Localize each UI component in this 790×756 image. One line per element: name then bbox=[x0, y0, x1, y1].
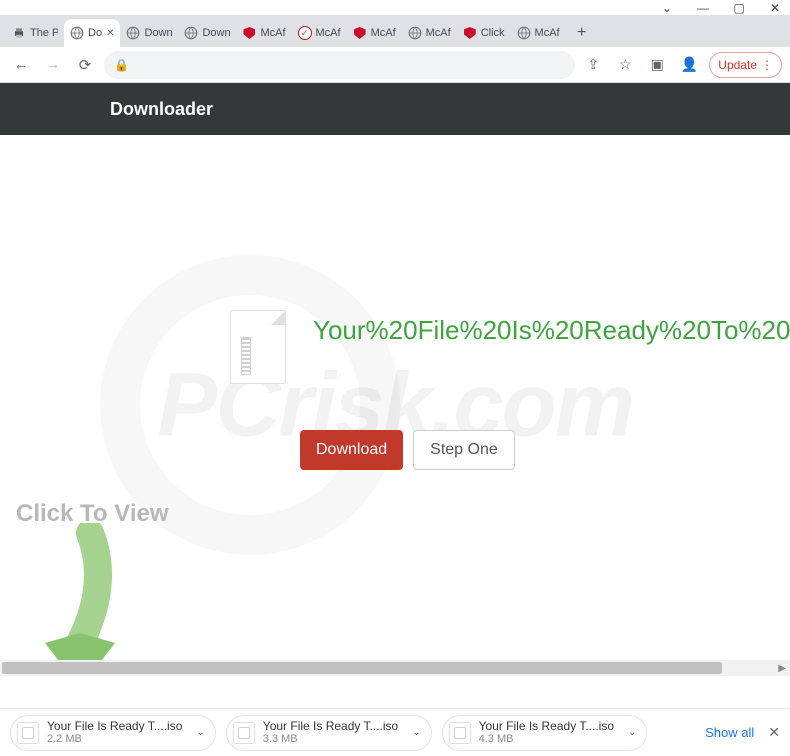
download-size: 2.2 MB bbox=[47, 733, 182, 746]
tab-title: Click bbox=[481, 27, 505, 39]
curved-arrow-icon bbox=[30, 523, 120, 676]
shelf-right: Show all ✕ bbox=[705, 724, 780, 741]
browser-tab[interactable]: ✓ McAf bbox=[292, 19, 347, 47]
browser-toolbar: ← → ⟳ 🔒 ⇪ ☆ ▣ 👤 Update ⋮ bbox=[0, 47, 790, 83]
download-item[interactable]: Your File Is Ready T....iso4.3 MB ⌄ bbox=[442, 715, 648, 751]
share-icon[interactable]: ⇪ bbox=[581, 53, 605, 77]
downloads-shelf: Your File Is Ready T....iso2.2 MB⌄Your F… bbox=[0, 708, 790, 756]
address-bar[interactable]: 🔒 bbox=[104, 51, 575, 79]
reload-button[interactable]: ⟳ bbox=[72, 52, 98, 78]
file-icon bbox=[449, 722, 471, 744]
browser-tab[interactable]: Down bbox=[178, 19, 236, 47]
back-button[interactable]: ← bbox=[8, 52, 34, 78]
download-item[interactable]: Your File Is Ready T....iso2.2 MB ⌄ bbox=[10, 715, 216, 751]
window-maximize-button[interactable]: ▢ bbox=[732, 1, 746, 15]
browser-tab[interactable]: Click bbox=[457, 19, 511, 47]
toolbar-right: ⇪ ☆ ▣ 👤 Update ⋮ bbox=[581, 52, 782, 78]
tab-title: The P bbox=[30, 27, 58, 39]
window-title-bar: ⌄ — ▢ ✕ bbox=[0, 0, 790, 15]
site-brand: Downloader bbox=[110, 99, 213, 120]
window-close-button[interactable]: ✕ bbox=[768, 1, 782, 15]
menu-dots-icon: ⋮ bbox=[761, 58, 773, 72]
tab-title: McAf bbox=[316, 27, 341, 39]
globe-icon bbox=[126, 26, 140, 40]
update-button[interactable]: Update ⋮ bbox=[709, 52, 782, 78]
download-size: 3.3 MB bbox=[263, 733, 398, 746]
file-icon bbox=[17, 722, 39, 744]
chevron-down-icon[interactable]: ⌄ bbox=[196, 727, 204, 738]
mcafee-check-icon: ✓ bbox=[298, 26, 312, 40]
chevron-down-icon[interactable]: ⌄ bbox=[412, 727, 420, 738]
horizontal-scrollbar[interactable]: ▶ bbox=[0, 660, 790, 676]
browser-tab[interactable]: McAf bbox=[511, 19, 566, 47]
browser-tab[interactable]: Down bbox=[120, 19, 178, 47]
update-label: Update bbox=[718, 58, 757, 72]
download-filename: Your File Is Ready T....iso bbox=[479, 719, 614, 733]
mcafee-shield-icon bbox=[353, 26, 367, 40]
new-tab-button[interactable]: + bbox=[570, 21, 594, 45]
browser-tab[interactable]: Do ✕ bbox=[64, 19, 120, 47]
printer-icon bbox=[12, 26, 26, 40]
mcafee-shield-icon bbox=[463, 26, 477, 40]
show-all-link[interactable]: Show all bbox=[705, 725, 754, 740]
download-size: 4.3 MB bbox=[479, 733, 614, 746]
button-row: Download Step One bbox=[300, 430, 515, 470]
download-filename: Your File Is Ready T....iso bbox=[47, 719, 182, 733]
window-minimize-button[interactable]: — bbox=[696, 1, 710, 15]
forward-button[interactable]: → bbox=[40, 52, 66, 78]
page-header: Downloader bbox=[0, 83, 790, 135]
download-text: Your File Is Ready T....iso3.3 MB bbox=[263, 719, 398, 747]
tab-title: McAf bbox=[426, 27, 451, 39]
tab-strip: The P Do ✕ Down Down McAf ✓ McAf McAf McAf Click Mc… bbox=[0, 15, 790, 47]
side-panel-icon[interactable]: ▣ bbox=[645, 53, 669, 77]
globe-icon bbox=[70, 26, 84, 40]
file-ready-heading: Your%20File%20Is%20Ready%20To%20Dow bbox=[313, 315, 790, 346]
mcafee-shield-icon bbox=[242, 26, 256, 40]
download-item[interactable]: Your File Is Ready T....iso3.3 MB ⌄ bbox=[226, 715, 432, 751]
browser-tab[interactable]: McAf bbox=[347, 19, 402, 47]
globe-icon bbox=[184, 26, 198, 40]
globe-icon bbox=[408, 26, 422, 40]
browser-tab[interactable]: The P bbox=[6, 19, 64, 47]
download-text: Your File Is Ready T....iso2.2 MB bbox=[47, 719, 182, 747]
window-dropdown-button[interactable]: ⌄ bbox=[660, 1, 674, 15]
page-content: PCrisk.com Your%20File%20Is%20Ready%20To… bbox=[0, 135, 790, 676]
tab-title: McAf bbox=[371, 27, 396, 39]
tab-title: McAf bbox=[535, 27, 560, 39]
tab-title: Down bbox=[144, 27, 172, 39]
tab-title: McAf bbox=[260, 27, 285, 39]
lock-icon: 🔒 bbox=[114, 58, 129, 72]
web-page: Downloader PCrisk.com Your%20File%20Is%2… bbox=[0, 83, 790, 676]
shelf-close-button[interactable]: ✕ bbox=[768, 724, 780, 741]
tab-title: Do bbox=[88, 27, 102, 39]
browser-tab[interactable]: McAf bbox=[402, 19, 457, 47]
tab-title: Down bbox=[202, 27, 230, 39]
zip-file-icon bbox=[230, 310, 286, 384]
download-button[interactable]: Download bbox=[300, 430, 403, 470]
chevron-down-icon[interactable]: ⌄ bbox=[628, 727, 636, 738]
browser-tab[interactable]: McAf bbox=[236, 19, 291, 47]
bookmark-star-icon[interactable]: ☆ bbox=[613, 53, 637, 77]
scrollbar-thumb[interactable] bbox=[2, 662, 722, 674]
scrollbar-arrow-right-icon[interactable]: ▶ bbox=[778, 663, 786, 674]
tab-close-button[interactable]: ✕ bbox=[106, 28, 114, 39]
profile-icon[interactable]: 👤 bbox=[677, 53, 701, 77]
download-text: Your File Is Ready T....iso4.3 MB bbox=[479, 719, 614, 747]
globe-icon bbox=[517, 26, 531, 40]
download-filename: Your File Is Ready T....iso bbox=[263, 719, 398, 733]
file-icon bbox=[233, 722, 255, 744]
step-one-button[interactable]: Step One bbox=[413, 430, 515, 470]
